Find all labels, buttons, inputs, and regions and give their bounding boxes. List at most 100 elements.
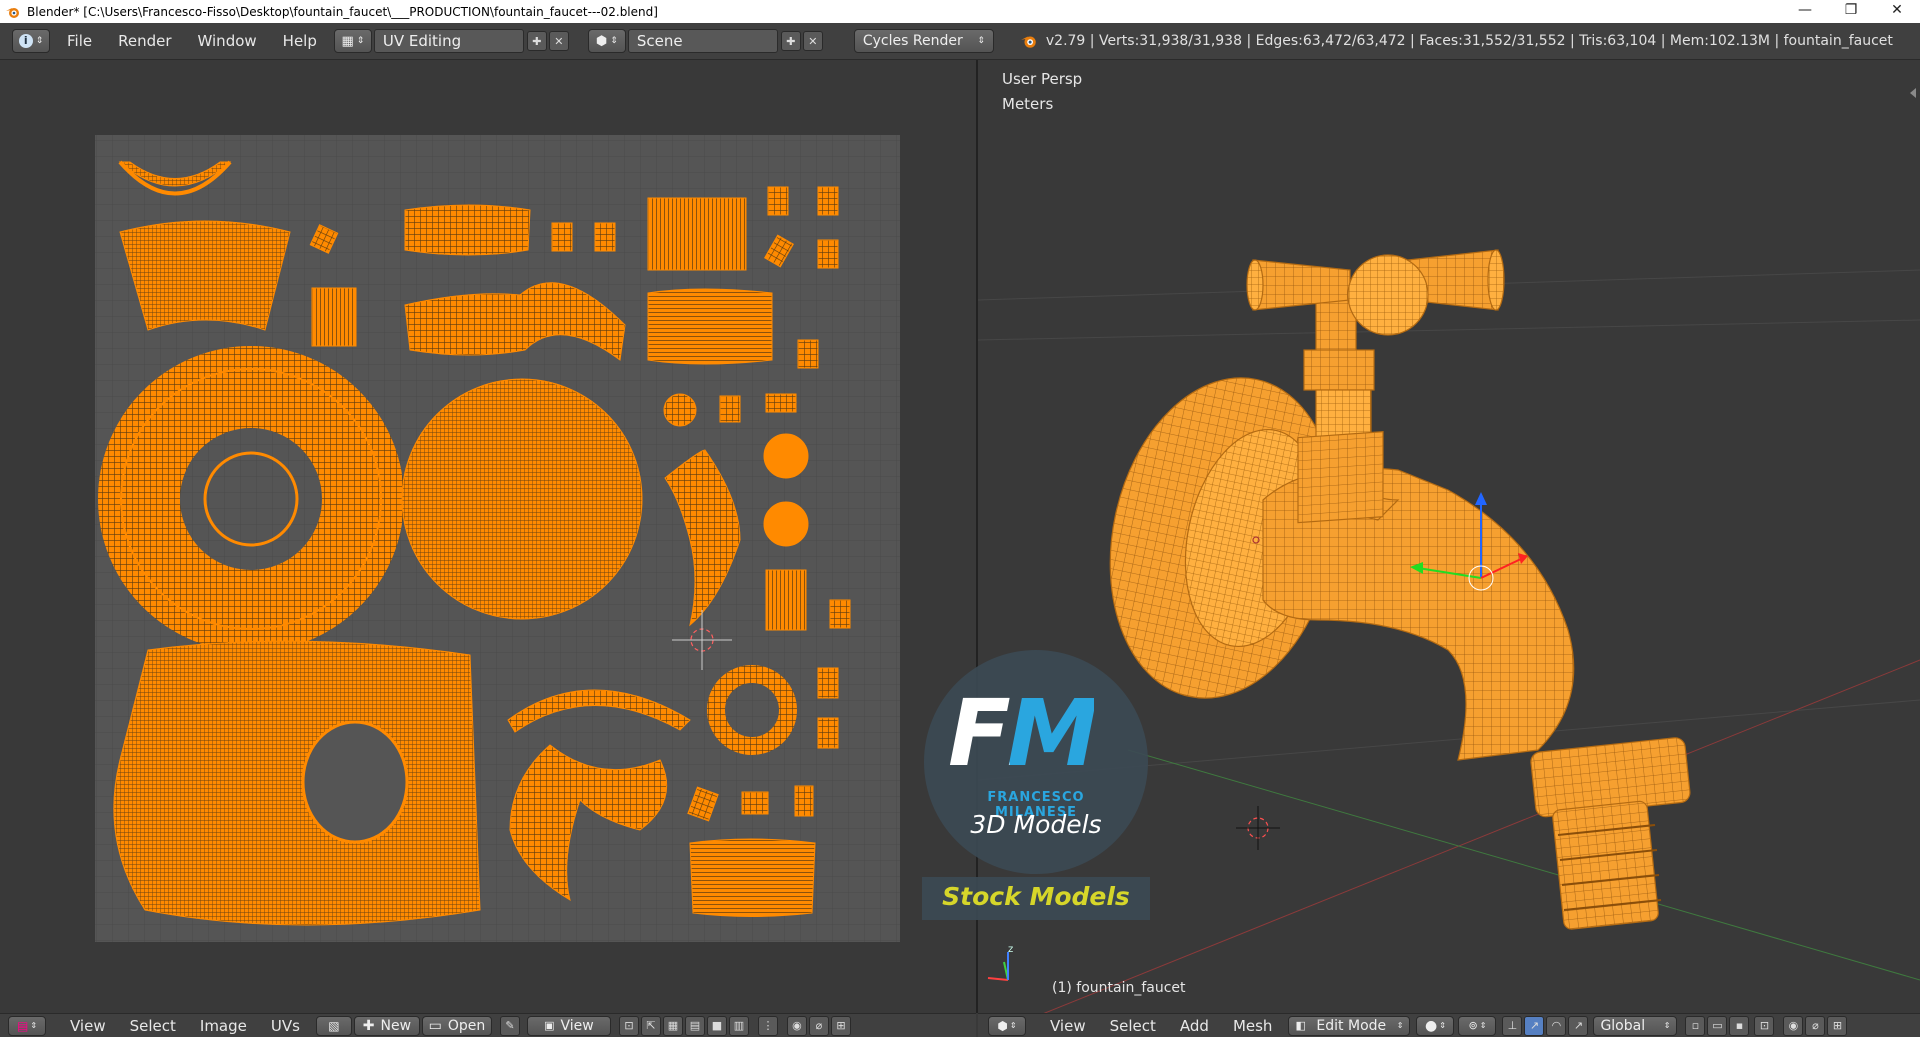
face-select-icon[interactable]: ■ [706, 1015, 727, 1036]
add-screen-icon[interactable]: ✚ [526, 31, 547, 51]
view-mode-icon: ▣ [544, 1019, 555, 1032]
render-engine-label: Cycles Render [862, 33, 963, 49]
viewport-properties-expand-icon[interactable] [1910, 88, 1916, 98]
translate-manipulator-icon[interactable]: ↗ [1524, 1015, 1545, 1036]
scene-selector[interactable]: ⬢ ⇕ [587, 29, 626, 53]
vp-menu-view[interactable]: View [1038, 1017, 1098, 1035]
sticky-mode-icon[interactable]: ⋮ [757, 1015, 778, 1036]
edge-select-icon[interactable]: ▤ [684, 1015, 705, 1036]
vertex-select-mode-icon[interactable]: ▫ [1685, 1015, 1706, 1036]
menu-help[interactable]: Help [270, 32, 330, 50]
scene-icon: ⬢ [595, 33, 608, 49]
screen-layout-field[interactable]: UV Editing [373, 29, 524, 53]
updown-icon: ⇕ [1009, 1021, 1017, 1030]
rotate-manipulator-icon[interactable]: ◠ [1546, 1015, 1567, 1036]
image-browse-icon: ▧ [328, 1018, 340, 1033]
brand-subtitle: 3D Models [970, 810, 1102, 839]
limit-selection-icon[interactable]: ⊡ [1754, 1015, 1775, 1036]
orientation-dropdown[interactable]: Global ⇕ [1593, 1015, 1678, 1036]
viewport-header: ⬢ ⇕ View Select Add Mesh ◧ Edit Mode ⇕ ●… [978, 1013, 1920, 1037]
mode-label: Edit Mode [1316, 1017, 1387, 1034]
vp-menu-add[interactable]: Add [1168, 1017, 1221, 1035]
vertex-select-icon[interactable]: ▦ [662, 1015, 683, 1036]
scene-name-field[interactable]: Scene [627, 29, 778, 53]
minimize-button[interactable]: — [1782, 0, 1828, 23]
pivot-point-dropdown[interactable]: ⊚ ⇕ [1458, 1015, 1497, 1036]
close-window-button[interactable]: ✕ [1874, 0, 1920, 23]
uv-menu-uvs[interactable]: UVs [259, 1017, 312, 1035]
updown-icon: ⇕ [610, 36, 618, 46]
stock-models-banner: Stock Models [942, 882, 1130, 911]
editor-type-info-button[interactable]: i ⇕ [12, 29, 50, 53]
svg-text:z: z [1008, 944, 1013, 955]
uv-menu-view[interactable]: View [58, 1017, 118, 1035]
proportional-edit-icon[interactable]: ◉ [786, 1015, 807, 1036]
solid-shading-icon: ● [1424, 1017, 1438, 1034]
view-mode-label: View [560, 1017, 594, 1034]
logo-letters-text: FM [948, 680, 1098, 787]
remove-scene-icon[interactable]: ✕ [802, 31, 823, 51]
view-name-label: User Persp [1002, 70, 1083, 88]
edit-mode-icon: ◧ [1295, 1019, 1306, 1032]
menu-window[interactable]: Window [185, 32, 270, 50]
logo-letters: FM [948, 680, 1098, 787]
snap-toggle-icon[interactable]: ⌀ [1805, 1015, 1826, 1036]
blender-logo-icon [1021, 36, 1036, 48]
snap-element-icon[interactable]: ⊞ [1827, 1015, 1848, 1036]
island-select-icon[interactable]: ▥ [728, 1015, 749, 1036]
uv-menu-image[interactable]: Image [188, 1017, 259, 1035]
uv-editor-type-button[interactable]: ▤ ⇕ [8, 1015, 46, 1036]
updown-icon: ⇕ [1396, 1021, 1404, 1030]
updown-icon: ⇕ [1663, 1021, 1671, 1030]
info-icon: i [18, 34, 33, 48]
new-image-button[interactable]: ✚ New [353, 1015, 420, 1036]
uv-image-editor[interactable] [0, 60, 976, 1013]
pivot-point-icon: ⊚ [1468, 1019, 1478, 1032]
viewport-editor-type-button[interactable]: ⬢ ⇕ [988, 1015, 1026, 1036]
sync-selection-icon[interactable]: ⇱ [640, 1015, 661, 1036]
mode-dropdown[interactable]: ◧ Edit Mode ⇕ [1288, 1015, 1411, 1036]
menu-render[interactable]: Render [105, 32, 184, 50]
active-object-label: (1) fountain_faucet [1052, 980, 1186, 996]
units-label: Meters [1002, 95, 1054, 113]
watermark-logo: FM FRANCESCO MILANESE 3D Models Stock Mo… [922, 650, 1150, 920]
updown-icon: ⇕ [35, 36, 44, 46]
snap-icon[interactable]: ⌀ [808, 1015, 829, 1036]
window-title: Blender* [C:\Users\Francesco-Fisso\Deskt… [27, 4, 658, 19]
folder-icon: ▭ [428, 1017, 442, 1034]
maximize-button[interactable]: ❐ [1828, 0, 1874, 23]
image-browse-button[interactable]: ▧ [315, 1015, 352, 1036]
vp-menu-mesh[interactable]: Mesh [1221, 1017, 1285, 1035]
snap-element-icon[interactable]: ⊞ [830, 1015, 851, 1036]
window-titlebar: Blender* [C:\Users\Francesco-Fisso\Deskt… [0, 0, 1920, 23]
menu-file[interactable]: File [54, 32, 105, 50]
pivot-icon[interactable]: ⊡ [618, 1015, 639, 1036]
shading-dropdown[interactable]: ● ⇕ [1416, 1015, 1455, 1036]
render-engine-dropdown[interactable]: Cycles Render ⇕ [853, 29, 994, 53]
face-select-mode-icon[interactable]: ▪ [1729, 1015, 1750, 1036]
updown-icon: ⇕ [1479, 1021, 1487, 1030]
proportional-edit-icon[interactable]: ◉ [1783, 1015, 1804, 1036]
remove-screen-icon[interactable]: ✕ [548, 31, 569, 51]
uv-layout-canvas[interactable] [0, 60, 976, 1013]
manipulator-toggle-icon[interactable]: ⊥ [1502, 1015, 1523, 1036]
uv-editor-header: ▤ ⇕ View Select Image UVs ▧ ✚ New ▭ Open… [0, 1013, 976, 1037]
open-image-button[interactable]: ▭ Open [421, 1015, 492, 1036]
blender-logo-icon [6, 7, 19, 18]
updown-icon: ⇕ [356, 36, 365, 46]
scale-manipulator-icon[interactable]: ↗ [1568, 1015, 1589, 1036]
scene-statistics: v2.79 | Verts:31,938/31,938 | Edges:63,4… [1045, 33, 1893, 49]
updown-icon: ⇕ [30, 1021, 38, 1030]
view-mode-dropdown[interactable]: ▣ View [526, 1015, 611, 1036]
vp-menu-select[interactable]: Select [1098, 1017, 1168, 1035]
edge-select-mode-icon[interactable]: ▭ [1707, 1015, 1728, 1036]
screen-layout-selector[interactable]: ▦ ⇕ [333, 29, 372, 53]
orientation-label: Global [1600, 1017, 1646, 1034]
layout-grid-icon: ▦ [341, 33, 354, 49]
add-scene-icon[interactable]: ✚ [780, 31, 801, 51]
uv-menu-select[interactable]: Select [118, 1017, 188, 1035]
info-header: i ⇕ File Render Window Help ▦ ⇕ UV Editi… [0, 23, 1920, 60]
new-image-label: New [380, 1017, 412, 1034]
pin-image-icon[interactable]: ✎ [499, 1015, 520, 1036]
updown-icon: ⇕ [1439, 1021, 1446, 1030]
